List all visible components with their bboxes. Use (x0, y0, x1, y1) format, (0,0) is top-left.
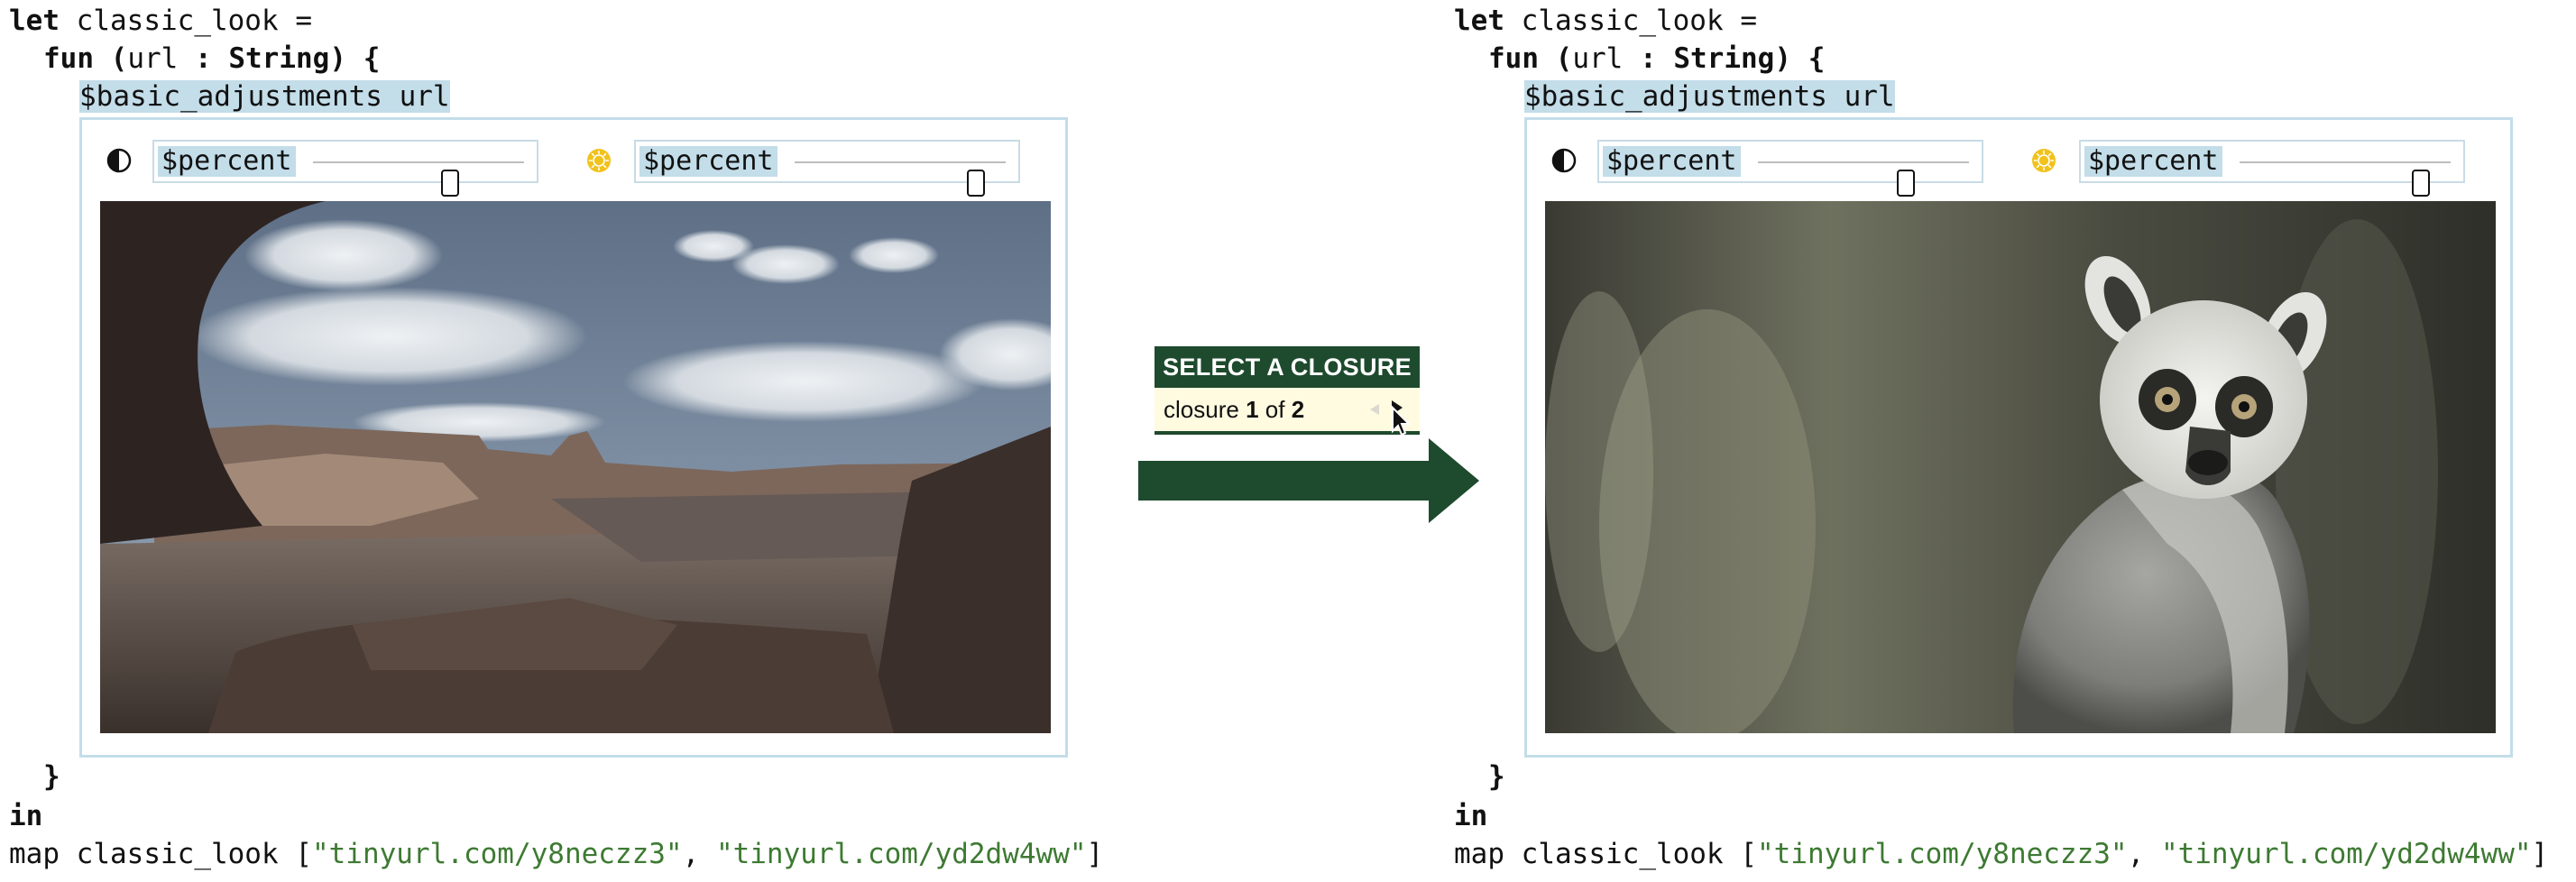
cursor-icon (1392, 406, 1412, 436)
url-string-1: "tinyurl.com/y8neczz3" (1756, 838, 2128, 870)
code-line-close-brace: } (1488, 758, 1505, 795)
brightness-slider-thumb[interactable] (967, 170, 986, 197)
adjustment-controls: $percent $percent (106, 136, 1044, 197)
param-type: String (1673, 42, 1775, 75)
contrast-slider-track[interactable] (1758, 161, 1969, 197)
closure-of: of (1265, 396, 1285, 423)
contrast-slider[interactable]: $percent (152, 140, 538, 197)
brightness-slider-label: $percent (2084, 146, 2222, 177)
code-line-let: let classic_look = (9, 2, 312, 40)
closure-prefix: closure (1164, 396, 1239, 423)
brace-close: } (43, 760, 60, 793)
contrast-icon (1551, 148, 1577, 173)
comma: , (682, 838, 700, 870)
equals-sign: = (295, 5, 312, 37)
closure-counter: closure 1 of 2 (1164, 388, 1304, 431)
code-line-fun: fun (url : String) { (43, 40, 380, 78)
lemur-photo (1545, 201, 2496, 733)
brightness-slider[interactable]: $percent (2079, 140, 2465, 197)
brightness-slider-track[interactable] (795, 161, 1006, 197)
code-line-map: map classic_look ["tinyurl.com/y8neczz3"… (1454, 835, 2548, 873)
keyword-let: let (1454, 5, 1504, 37)
contrast-slider-label: $percent (158, 146, 296, 177)
bracket-close: ] (2531, 838, 2549, 870)
brace-open: { (363, 42, 381, 75)
hole-expression[interactable]: $basic_adjustments url (79, 80, 450, 113)
brightness-slider[interactable]: $percent (634, 140, 1020, 197)
keyword-in: in (1454, 800, 1488, 832)
contrast-slider-thumb[interactable] (1896, 170, 1915, 197)
contrast-slider-thumb[interactable] (441, 170, 460, 197)
param-type: String (228, 42, 330, 75)
colon: : (1640, 42, 1657, 75)
code-line-in: in (1454, 797, 1487, 835)
code-line-let: let classic_look = (1454, 2, 1757, 40)
closure-selector-body: closure 1 of 2 (1155, 388, 1420, 436)
binding-name-ref: classic_look (1521, 838, 1724, 870)
brightness-slider-thumb[interactable] (2412, 170, 2431, 197)
code-line-close-brace: } (43, 758, 60, 795)
brightness-slider-track[interactable] (2240, 161, 2451, 197)
paren-close: ) (1774, 42, 1792, 75)
adjustments-widget: $percent $percent (1524, 117, 2513, 758)
sun-icon (587, 149, 611, 172)
hole-expression[interactable]: $basic_adjustments url (1524, 80, 1895, 113)
url-string-2: "tinyurl.com/yd2dw4ww" (715, 838, 1087, 870)
contrast-icon (106, 148, 132, 173)
closure-current: 1 (1246, 396, 1259, 423)
brace-open: { (1808, 42, 1826, 75)
contrast-slider-label: $percent (1603, 146, 1741, 177)
closure-selector-title: SELECT A CLOSURE (1155, 346, 1420, 388)
keyword-in: in (9, 800, 43, 832)
landscape-photo (100, 201, 1051, 733)
binding-name-ref: classic_look (76, 838, 279, 870)
binding-name: classic_look (1521, 5, 1724, 37)
binding-name: classic_look (76, 5, 279, 37)
code-line-in: in (9, 797, 42, 835)
bracket-close: ] (1086, 838, 1104, 870)
keyword-let: let (9, 5, 60, 37)
url-string-1: "tinyurl.com/y8neczz3" (311, 838, 683, 870)
brace-close: } (1488, 760, 1505, 793)
brightness-slider-label: $percent (639, 146, 777, 177)
code-line-fun: fun (url : String) { (1488, 40, 1825, 78)
prev-icon[interactable] (1367, 402, 1382, 417)
paren-close: ) (329, 42, 347, 75)
param-name: url (127, 42, 179, 75)
map-function: map (1454, 838, 1504, 870)
contrast-slider-track[interactable] (313, 161, 524, 197)
contrast-slider[interactable]: $percent (1597, 140, 1983, 197)
code-line-hole[interactable]: $basic_adjustments url (79, 78, 450, 115)
bracket-open: [ (295, 838, 312, 870)
adjustment-controls: $percent $percent (1550, 136, 2489, 197)
param-name: url (1572, 42, 1624, 75)
code-line-map: map classic_look ["tinyurl.com/y8neczz3"… (9, 835, 1103, 873)
equals-sign: = (1740, 5, 1757, 37)
sun-icon (2032, 149, 2056, 172)
paren-open: ( (110, 42, 128, 75)
code-line-hole[interactable]: $basic_adjustments url (1524, 78, 1895, 115)
keyword-fun: fun (43, 42, 94, 75)
colon: : (195, 42, 212, 75)
left-panel: let classic_look = fun (url : String) { … (0, 0, 1118, 882)
closure-total: 2 (1291, 396, 1305, 423)
bracket-open: [ (1740, 838, 1757, 870)
arrow-right-icon (1138, 438, 1479, 523)
keyword-fun: fun (1488, 42, 1539, 75)
paren-open: ( (1555, 42, 1573, 75)
closure-selector[interactable]: SELECT A CLOSURE closure 1 of 2 (1155, 346, 1420, 444)
url-string-2: "tinyurl.com/yd2dw4ww" (2160, 838, 2532, 870)
map-function: map (9, 838, 60, 870)
comma: , (2127, 838, 2145, 870)
right-panel: let classic_look = fun (url : String) { … (1445, 0, 2563, 882)
adjustments-widget: $percent $percent (79, 117, 1068, 758)
